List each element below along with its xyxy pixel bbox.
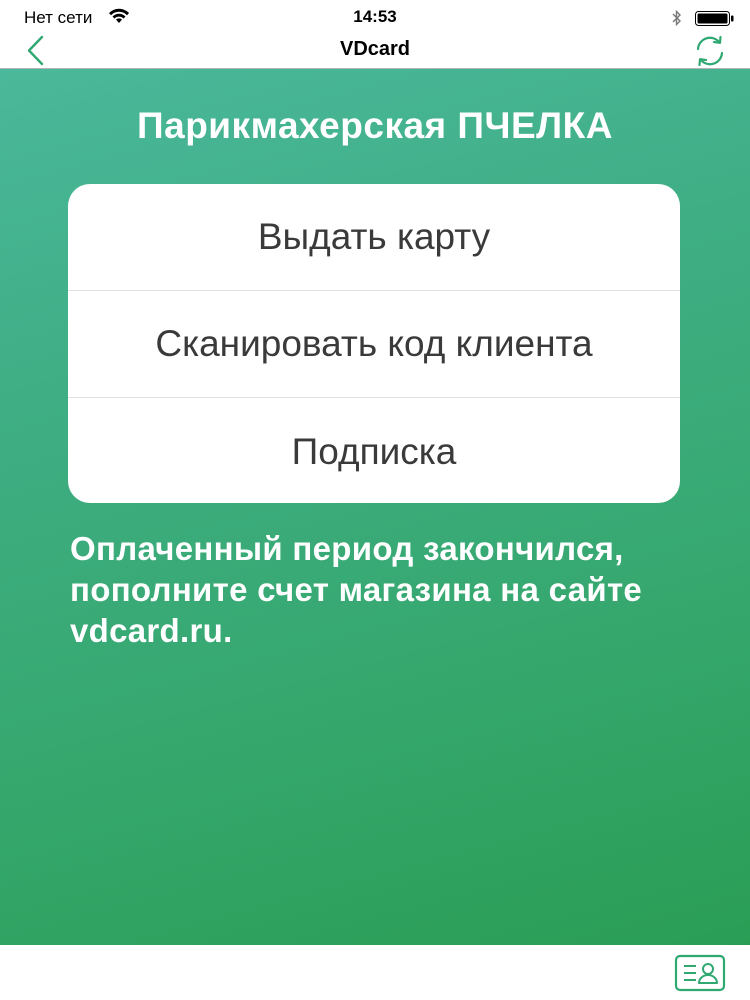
member-card-button[interactable] xyxy=(674,953,726,993)
payment-notice: Оплаченный период закончился, пополните … xyxy=(70,530,643,649)
member-card-icon xyxy=(674,954,726,992)
bottom-bar xyxy=(0,945,750,1000)
chevron-left-icon xyxy=(27,35,44,66)
issue-card-button[interactable]: Выдать карту xyxy=(68,184,680,291)
bluetooth-icon xyxy=(672,10,681,26)
shop-title: Парикмахерская ПЧЕЛКА xyxy=(137,105,613,146)
battery-icon xyxy=(695,11,734,26)
refresh-icon xyxy=(696,35,724,67)
menu-card: Выдать карту Сканировать код клиента Под… xyxy=(68,184,680,503)
back-button[interactable] xyxy=(18,34,58,68)
refresh-button[interactable] xyxy=(690,34,730,68)
navigation-bar: VDcard xyxy=(0,34,750,69)
status-bar: Нет сети 14:53 xyxy=(0,0,750,34)
main-panel: Парикмахерская ПЧЕЛКА Выдать карту Скани… xyxy=(0,69,750,945)
scan-client-code-button[interactable]: Сканировать код клиента xyxy=(68,291,680,398)
status-time: 14:53 xyxy=(353,7,397,26)
subscription-button[interactable]: Подписка xyxy=(68,398,680,503)
nav-title: VDcard xyxy=(339,38,411,60)
